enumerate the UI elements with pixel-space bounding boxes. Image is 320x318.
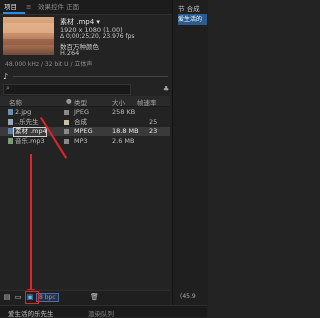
video-file-icon <box>8 128 13 134</box>
active-tab-indicator <box>3 12 25 14</box>
row-size: 2.6 MB <box>112 137 135 145</box>
header-type[interactable]: 类型 <box>74 97 87 107</box>
bpc-button[interactable]: 8 bpc <box>36 293 59 302</box>
row-size: 18.8 MB <box>112 127 139 135</box>
row-rate: 23 <box>149 127 158 135</box>
composition-name-badge[interactable]: 爱生活的 <box>178 14 207 25</box>
row-type: MPEG <box>74 127 93 135</box>
row-type: JPEG <box>74 108 89 116</box>
header-label-icon[interactable]: ● <box>66 97 72 105</box>
header-name[interactable]: 名称 <box>9 97 22 107</box>
timeline-tab-bar: 爱生活的乐先生 渲染队列 <box>0 305 207 318</box>
composition-panel: 节 合成 <box>172 0 208 316</box>
row-name: ..乐先生 <box>15 118 39 126</box>
header-frame-rate[interactable]: 帧速率 <box>137 97 157 107</box>
label-color[interactable] <box>64 120 69 125</box>
delete-icon[interactable]: 🗑 <box>90 293 99 301</box>
search-icon: ⌕ <box>6 84 10 92</box>
table-row[interactable]: ..乐先生 合成 25 <box>0 118 170 127</box>
project-search-input[interactable]: ⌕ <box>3 84 131 95</box>
asset-duration-fps: Δ 0;00;25;20, 23.976 fps <box>60 33 135 40</box>
asset-thumbnail <box>3 17 54 55</box>
zoom-level[interactable]: (45.9 <box>180 293 196 300</box>
tab-render-queue[interactable]: 渲染队列 <box>88 308 114 318</box>
table-row-selected[interactable]: 素材 .mp4 MPEG 18.8 MB 23 <box>0 127 170 137</box>
asset-audio-info: 48.000 kHz / 32 bit U / 立体声 <box>5 61 93 68</box>
audio-waveform-icon: ♪ <box>3 72 9 81</box>
table-header: 名称 ● 类型 大小 帧速率 <box>0 96 170 107</box>
composition-icon <box>8 119 13 125</box>
row-name: 素材 .mp4 <box>15 127 47 135</box>
new-folder-icon[interactable]: ▭ <box>14 293 22 301</box>
annotation-highlight-box <box>25 291 39 304</box>
label-color[interactable] <box>64 139 69 144</box>
row-rate: 25 <box>149 118 158 126</box>
header-size[interactable]: 大小 <box>112 97 125 107</box>
table-row[interactable]: 音乐.mp3 MP3 2.6 MB <box>0 137 170 146</box>
label-color[interactable] <box>64 110 69 115</box>
tab-composition-timeline[interactable]: 爱生活的乐先生 <box>8 308 54 318</box>
interpret-footage-icon[interactable]: ▤ <box>3 293 11 301</box>
audio-file-icon <box>8 138 13 144</box>
annotation-arrow-vertical <box>30 154 32 292</box>
asset-codec: H.264 <box>60 49 80 57</box>
tab-effect-controls[interactable]: 效果控件 正面 <box>38 2 79 13</box>
tab-menu-icon[interactable]: ≡ <box>26 2 31 13</box>
image-file-icon <box>8 109 13 115</box>
label-color[interactable] <box>64 129 69 134</box>
row-type: 合成 <box>74 118 87 126</box>
row-name: 2.jpg <box>15 108 32 116</box>
row-name: 音乐.mp3 <box>15 137 45 145</box>
table-row[interactable]: 2.jpg JPEG 258 KB <box>0 108 170 117</box>
divider <box>13 76 168 77</box>
row-type: MP3 <box>74 137 88 145</box>
composition-tab[interactable]: 节 合成 <box>178 3 200 13</box>
row-size: 258 KB <box>112 108 136 116</box>
flowchart-icon[interactable]: ♣ <box>163 85 169 93</box>
